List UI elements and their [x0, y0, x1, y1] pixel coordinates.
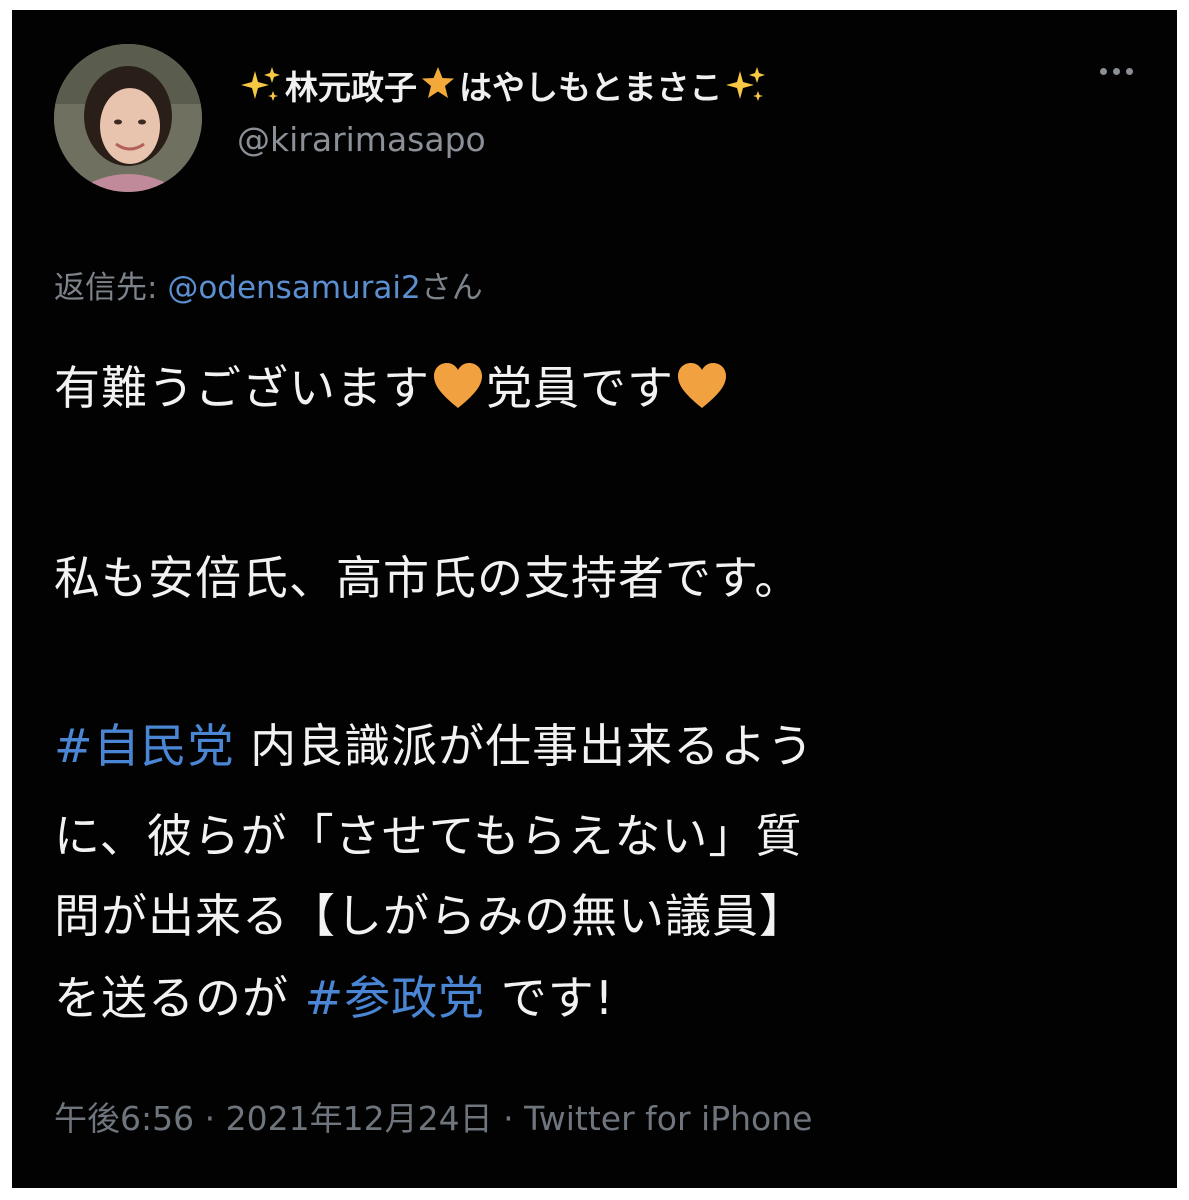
- reply-to-line: 返信先: @odensamurai2さん: [54, 262, 483, 307]
- screenshot-frame: 林元政子 はやしもとまさこ @kirarimasapo 返信先: @odensa…: [0, 0, 1189, 1200]
- tweet-text: 有難うございます: [54, 361, 430, 415]
- avatar[interactable]: [54, 44, 202, 192]
- tweet-text: です!: [500, 971, 615, 1025]
- hashtag-link[interactable]: #自民党: [54, 719, 235, 773]
- reply-prefix: 返信先:: [54, 270, 158, 306]
- tweet-line-2: 私も安倍氏、高市氏の支持者です。: [54, 551, 802, 605]
- orange-heart-icon: [678, 363, 726, 408]
- display-name-part1: 林元政子: [285, 68, 417, 107]
- tweet-date[interactable]: 2021年12月24日: [226, 1099, 493, 1138]
- hashtag-link[interactable]: #参政党: [305, 971, 486, 1025]
- tweet-card: 林元政子 はやしもとまさこ @kirarimasapo 返信先: @odensa…: [12, 10, 1177, 1188]
- sparkles-icon: [241, 67, 280, 101]
- display-name[interactable]: 林元政子 はやしもとまさこ: [237, 60, 770, 110]
- reply-suffix: さん: [420, 270, 483, 306]
- reply-user-link[interactable]: @odensamurai2: [167, 270, 420, 306]
- user-handle[interactable]: @kirarimasapo: [237, 120, 486, 159]
- display-name-part2: はやしもとまさこ: [459, 68, 723, 107]
- tweet-line-6: を送るのが #参政党 です!: [54, 968, 614, 1028]
- tweet-line-1: 有難うございます 党員です: [54, 358, 730, 418]
- tweet-text: 内良識派が仕事出来るよう: [250, 719, 815, 773]
- tweet-time[interactable]: 午後6:56: [54, 1099, 194, 1138]
- tweet-text: 党員です: [486, 361, 674, 415]
- tweet-line-4: に、彼らが「させてもらえない」質: [54, 809, 803, 863]
- star-icon: [422, 67, 454, 98]
- meta-separator: ·: [503, 1099, 514, 1138]
- tweet-text: を送るのが: [54, 971, 289, 1025]
- sparkles-icon: [726, 67, 766, 101]
- tweet-line-5: 問が出来る【しがらみの無い議員】: [54, 889, 806, 943]
- tweet-meta: 午後6:56 · 2021年12月24日 · Twitter for iPhon…: [54, 1092, 812, 1140]
- tweet-source[interactable]: Twitter for iPhone: [524, 1099, 812, 1138]
- orange-heart-icon: [434, 363, 482, 408]
- meta-separator: ·: [204, 1099, 216, 1138]
- tweet-line-3: #自民党 内良識派が仕事出来るよう: [54, 716, 814, 776]
- more-icon[interactable]: [1100, 68, 1133, 75]
